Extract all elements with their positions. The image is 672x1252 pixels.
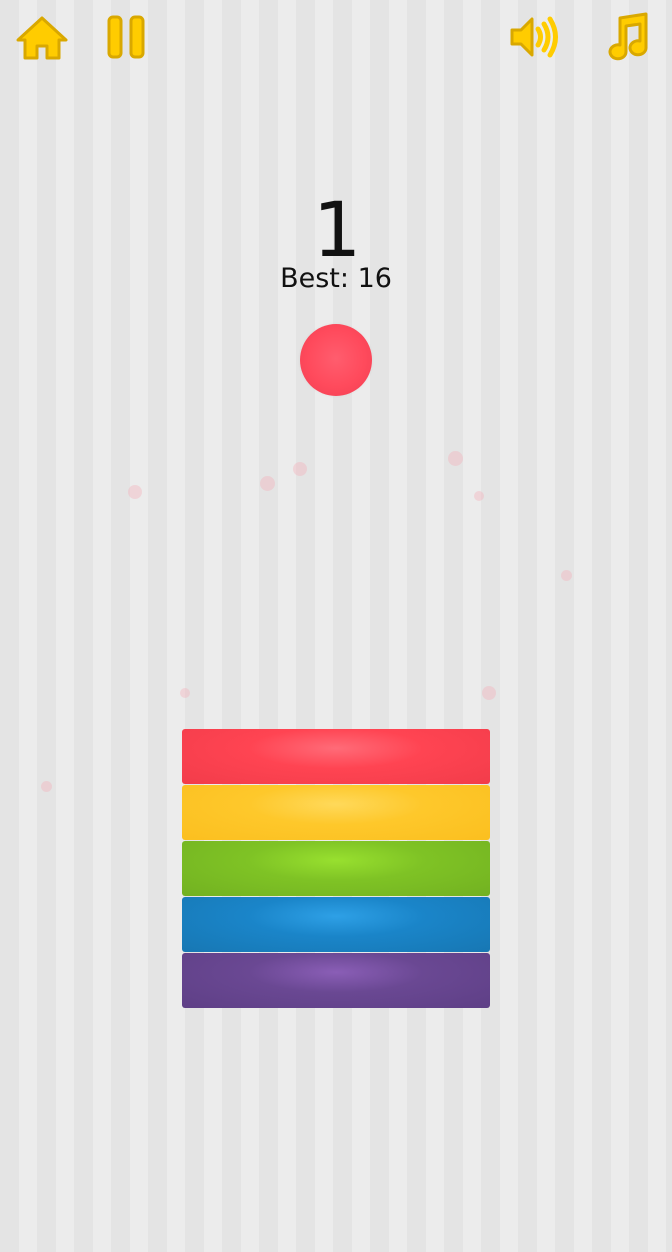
home-button[interactable] — [14, 14, 70, 62]
best-score: Best: 16 — [0, 264, 672, 294]
particle — [260, 476, 275, 491]
top-toolbar — [0, 0, 672, 80]
bar-yellow[interactable] — [182, 785, 490, 840]
best-score-value: 16 — [357, 263, 392, 294]
particle — [293, 462, 307, 476]
particle — [474, 491, 484, 501]
speaker-volume-icon — [510, 16, 558, 58]
bar-purple[interactable] — [182, 953, 490, 1008]
particle — [41, 781, 52, 792]
music-note-icon — [608, 12, 648, 61]
bar-blue[interactable] — [182, 897, 490, 952]
pause-icon — [107, 15, 145, 59]
particle — [561, 570, 572, 581]
particle — [448, 451, 463, 466]
pause-button[interactable] — [104, 14, 148, 60]
color-bar-stack — [182, 729, 490, 1009]
best-score-label: Best: — [280, 263, 349, 294]
bar-red[interactable] — [182, 729, 490, 784]
score-panel: 1 Best: 16 — [0, 190, 672, 294]
ball — [300, 324, 372, 396]
particle — [482, 686, 496, 700]
bar-green[interactable] — [182, 841, 490, 896]
particle — [128, 485, 142, 499]
sound-toggle-button[interactable] — [508, 10, 560, 64]
current-score: 1 — [312, 185, 361, 274]
home-icon — [16, 16, 68, 60]
particle — [180, 688, 190, 698]
music-toggle-button[interactable] — [602, 10, 654, 64]
